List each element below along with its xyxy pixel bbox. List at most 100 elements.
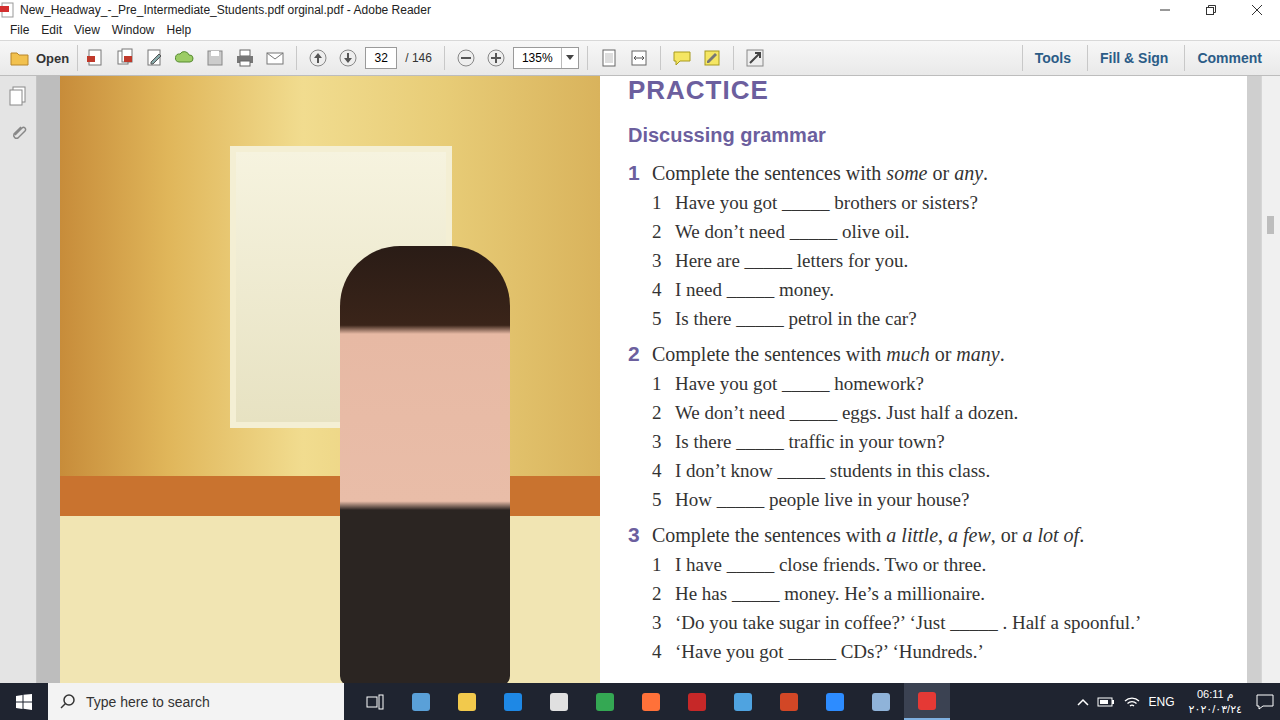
taskbar-app[interactable] — [766, 683, 812, 720]
battery-icon[interactable] — [1097, 696, 1115, 708]
fit-width-button[interactable] — [626, 45, 652, 71]
next-page-button[interactable] — [335, 45, 361, 71]
mail-button[interactable] — [262, 45, 288, 71]
taskbar-app[interactable] — [444, 683, 490, 720]
exercise-item: 2We don’t need _____ eggs. Just half a d… — [628, 398, 1247, 427]
attachment-icon[interactable] — [9, 124, 27, 144]
instruction-part: much — [886, 343, 929, 365]
item-number: 3 — [652, 246, 675, 275]
task-view-button[interactable] — [352, 683, 398, 720]
taskbar-app[interactable] — [582, 683, 628, 720]
folder-icon — [10, 50, 30, 66]
cloud-icon — [175, 48, 195, 68]
menu-item[interactable]: Window — [106, 23, 161, 37]
exercise-item: 3Is there _____ traffic in your town? — [628, 427, 1247, 456]
item-text: Here are _____ letters for you. — [675, 246, 908, 275]
pane-link[interactable]: Tools — [1022, 45, 1083, 71]
instruction-part: Complete the sentences with — [652, 343, 886, 365]
pdf-icon — [0, 2, 16, 18]
taskbar-app[interactable] — [904, 683, 950, 720]
notification-icon[interactable] — [1256, 694, 1274, 710]
exercise: 3 Complete the sentences with a little, a… — [628, 520, 1247, 666]
kitchen-photo — [60, 76, 600, 683]
search-box[interactable]: Type here to search — [48, 683, 344, 720]
taskbar-app[interactable] — [536, 683, 582, 720]
clock[interactable]: 06:11 م٢٠٢٠/٠٣/٢٤ — [1183, 687, 1248, 717]
sign-button[interactable] — [699, 45, 725, 71]
item-number: 1 — [652, 550, 675, 579]
system-tray: ENG 06:11 م٢٠٢٠/٠٣/٢٤ — [1077, 687, 1280, 717]
taskbar-app[interactable] — [812, 683, 858, 720]
navigation-panel — [0, 76, 37, 683]
exercise-text: PRACTICEDiscussing grammar1Complete the … — [600, 76, 1247, 683]
taskbar: Type here to search ENG 06:11 م٢٠٢٠/٠٣/٢٤ — [0, 683, 1280, 720]
scroll-thumb[interactable] — [1267, 216, 1274, 234]
menu-item[interactable]: View — [68, 23, 106, 37]
exercise-item: 1I have _____ close friends. Two or thre… — [628, 550, 1247, 579]
item-text: How _____ people live in your house? — [675, 485, 969, 514]
zoom-value: 135% — [514, 51, 561, 65]
exercise-item: 3‘Do you take sugar in coffee?’ ‘Just __… — [628, 608, 1247, 637]
page-number-field[interactable]: 32 — [365, 47, 397, 69]
taskbar-app[interactable] — [720, 683, 766, 720]
item-text: Is there _____ traffic in your town? — [675, 427, 945, 456]
zoom-out-icon — [456, 48, 476, 68]
exercise-item: 2We don’t need _____ olive oil. — [628, 217, 1247, 246]
task-view-icon — [366, 694, 384, 710]
taskbar-app[interactable] — [490, 683, 536, 720]
item-number: 5 — [652, 485, 675, 514]
edit-button[interactable] — [142, 45, 168, 71]
item-number: 2 — [652, 398, 675, 427]
wifi-icon[interactable] — [1123, 695, 1141, 709]
zoom-in-button[interactable] — [483, 45, 509, 71]
combine-button[interactable] — [112, 45, 138, 71]
zoom-field[interactable]: 135% — [513, 47, 579, 69]
window-controls — [1142, 0, 1280, 20]
language-indicator[interactable]: ENG — [1149, 695, 1175, 709]
menu-item[interactable]: Edit — [35, 23, 68, 37]
instruction-part: . — [1079, 524, 1084, 546]
fit-page-button[interactable] — [596, 45, 622, 71]
instruction-part: some — [886, 162, 927, 184]
create-button[interactable] — [82, 45, 108, 71]
item-number: 4 — [652, 637, 675, 666]
app-icon — [778, 691, 800, 713]
menu-item[interactable]: Help — [161, 23, 198, 37]
taskbar-app[interactable] — [858, 683, 904, 720]
item-number: 1 — [652, 188, 675, 217]
item-text: ‘Do you take sugar in coffee?’ ‘Just ___… — [675, 608, 1141, 637]
item-number: 3 — [652, 608, 675, 637]
sign-icon — [702, 48, 722, 68]
instruction-part: or — [930, 343, 957, 365]
minimize-button[interactable] — [1142, 0, 1188, 20]
item-text: We don’t need _____ eggs. Just half a do… — [675, 398, 1018, 427]
taskbar-app[interactable] — [674, 683, 720, 720]
restore-button[interactable] — [1188, 0, 1234, 20]
item-text: Is there _____ petrol in the car? — [675, 304, 917, 333]
chevron-up-icon[interactable] — [1077, 697, 1089, 707]
open-button[interactable]: Open — [6, 45, 78, 71]
app-icon — [870, 691, 892, 713]
exercise-instruction: Complete the sentences with a little, a … — [652, 520, 1084, 550]
zoom-out-button[interactable] — [453, 45, 479, 71]
prev-page-button[interactable] — [305, 45, 331, 71]
save-button[interactable] — [202, 45, 228, 71]
pane-link[interactable]: Fill & Sign — [1087, 45, 1180, 71]
pane-link[interactable]: Comment — [1184, 45, 1274, 71]
item-text: He has _____ money. He’s a millionaire. — [675, 579, 985, 608]
taskbar-app[interactable] — [628, 683, 674, 720]
menu-item[interactable]: File — [4, 23, 35, 37]
item-text: ‘Have you got _____ CDs?’ ‘Hundreds.’ — [675, 637, 984, 666]
expand-button[interactable] — [742, 45, 768, 71]
item-text: I don’t know _____ students in this clas… — [675, 456, 990, 485]
pages-icon[interactable] — [9, 86, 27, 106]
cloud-button[interactable] — [172, 45, 198, 71]
start-button[interactable] — [0, 683, 48, 720]
exercise-item: 4I don’t know _____ students in this cla… — [628, 456, 1247, 485]
taskbar-app[interactable] — [398, 683, 444, 720]
vertical-scrollbar[interactable] — [1261, 76, 1280, 683]
close-button[interactable] — [1234, 0, 1280, 20]
comment-button[interactable] — [669, 45, 695, 71]
exercise-item: 5How _____ people live in your house? — [628, 485, 1247, 514]
print-button[interactable] — [232, 45, 258, 71]
